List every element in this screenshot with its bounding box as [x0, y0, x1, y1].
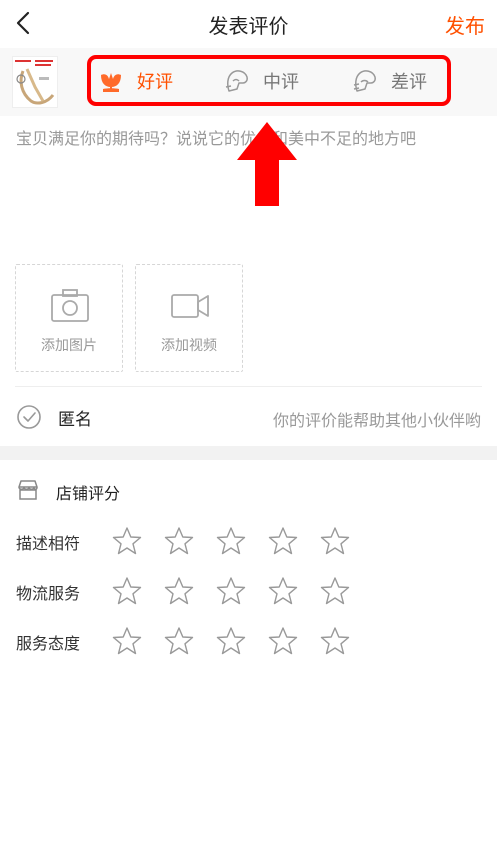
- rating-row-logistics: 物流服务: [0, 572, 497, 612]
- cable-product-image: [15, 60, 55, 105]
- anonymous-hint: 你的评价能帮助其他小伙伴哟: [272, 411, 481, 430]
- annotation-arrow-icon: [237, 122, 297, 206]
- neutral-face-icon: [225, 70, 248, 92]
- check-circle-icon[interactable]: [16, 404, 42, 430]
- rating-bad-label: 差评: [391, 72, 427, 93]
- star-icon[interactable]: [112, 626, 142, 656]
- rating-good-label: 好评: [137, 72, 173, 93]
- header-bar: 发表评价 发布: [0, 0, 497, 48]
- star-icon[interactable]: [164, 526, 194, 556]
- publish-button[interactable]: 发布: [445, 10, 485, 39]
- shop-rating-header: 店铺评分: [0, 474, 497, 508]
- add-video-label: 添加视频: [161, 338, 217, 354]
- anonymous-label: 匿名: [58, 410, 92, 430]
- star-icon[interactable]: [216, 576, 246, 606]
- anonymous-row[interactable]: 匿名 你的评价能帮助其他小伙伴哟: [0, 392, 497, 442]
- star-icon[interactable]: [268, 626, 298, 656]
- shop-rating-title: 店铺评分: [56, 484, 121, 503]
- add-video-button[interactable]: 添加视频: [135, 264, 243, 372]
- page-title: 发表评价: [208, 14, 289, 38]
- camera-icon: [51, 289, 89, 322]
- divider: [15, 386, 482, 387]
- add-photo-label: 添加图片: [41, 338, 97, 354]
- rating-good-option[interactable]: 好评: [97, 63, 173, 99]
- product-rating-row: 好评 中评 差评: [0, 48, 497, 116]
- star-icon[interactable]: [216, 526, 246, 556]
- rating-row-label: 物流服务: [16, 584, 81, 603]
- flower-icon: [101, 73, 121, 92]
- rating-row-label: 服务态度: [16, 634, 81, 653]
- star-icon[interactable]: [164, 576, 194, 606]
- star-icon[interactable]: [164, 626, 194, 656]
- star-icon[interactable]: [320, 576, 350, 606]
- video-camera-icon: [171, 294, 209, 318]
- rating-row-description: 描述相符: [0, 522, 497, 562]
- rating-neutral-label: 中评: [263, 72, 299, 93]
- product-thumbnail: [12, 56, 58, 108]
- star-icon[interactable]: [320, 526, 350, 556]
- section-gap: [0, 446, 497, 460]
- star-icon[interactable]: [268, 576, 298, 606]
- star-icon[interactable]: [112, 526, 142, 556]
- star-icon[interactable]: [216, 626, 246, 656]
- store-icon: [18, 480, 38, 500]
- rating-row-service: 服务态度: [0, 622, 497, 662]
- rating-row-label: 描述相符: [16, 534, 81, 553]
- rating-bad-option[interactable]: 差评: [351, 63, 427, 99]
- sad-face-icon: [353, 70, 376, 92]
- rating-neutral-option[interactable]: 中评: [223, 63, 299, 99]
- star-icon[interactable]: [112, 576, 142, 606]
- star-icon[interactable]: [268, 526, 298, 556]
- star-icon[interactable]: [320, 626, 350, 656]
- add-photo-button[interactable]: 添加图片: [15, 264, 123, 372]
- rating-selector-highlight: 好评 中评 差评: [87, 55, 451, 106]
